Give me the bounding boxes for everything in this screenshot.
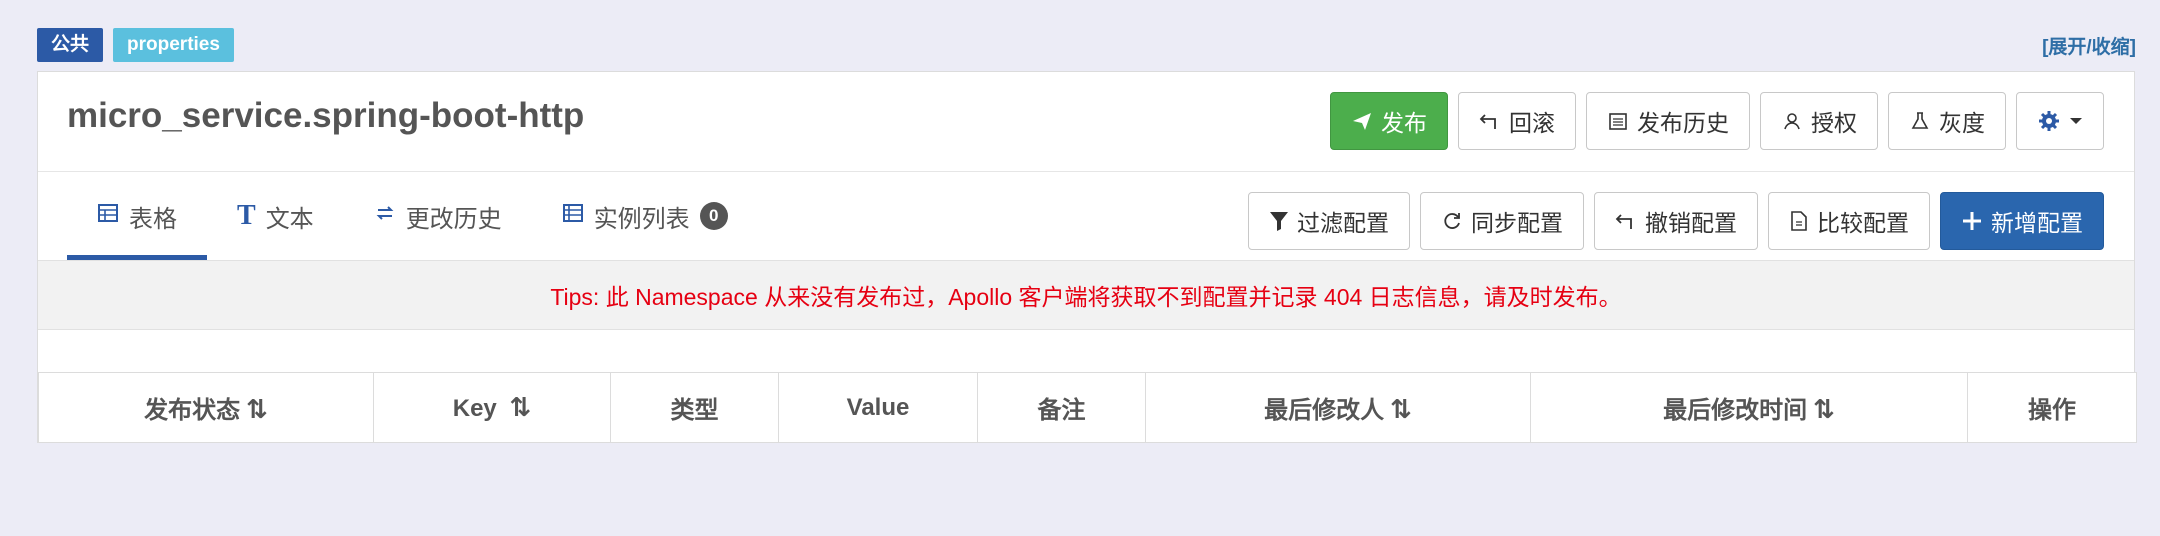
caret-down-icon bbox=[2069, 116, 2083, 126]
sort-icon: ⇅ bbox=[1813, 394, 1835, 424]
tab-instances[interactable]: 实例列表 0 bbox=[532, 172, 758, 260]
filter-config-label: 过滤配置 bbox=[1297, 210, 1389, 236]
filter-config-button[interactable]: 过滤配置 bbox=[1248, 192, 1410, 250]
config-table: 发布状态 ⇅ Key ⇅ 类型 Value 备注 最后修改人 ⇅ 最后修改时间 ⇅ 操… bbox=[38, 372, 2137, 443]
authorize-label: 授权 bbox=[1811, 110, 1857, 136]
compare-config-label: 比较配置 bbox=[1817, 210, 1909, 236]
publish-button[interactable]: 发布 bbox=[1330, 92, 1448, 150]
undo-icon bbox=[1615, 210, 1637, 232]
namespace-panel: micro_service.spring-boot-http 发布 回滚 发布历… bbox=[37, 71, 2137, 443]
publish-label: 发布 bbox=[1381, 110, 1427, 136]
namespace-title: micro_service.spring-boot-http bbox=[67, 96, 585, 135]
namespace-actions: 发布 回滚 发布历史 授权 灰度 bbox=[1330, 92, 2104, 150]
grayscale-label: 灰度 bbox=[1939, 110, 1985, 136]
add-config-button[interactable]: 新增配置 bbox=[1940, 192, 2104, 250]
expand-collapse-link[interactable]: [展开/收缩] bbox=[2042, 32, 2136, 59]
comment-header-label: 备注 bbox=[1037, 397, 1086, 424]
user-icon bbox=[1781, 110, 1803, 132]
config-actions: 过滤配置 同步配置 撤销配置 比较配置 新增配置 bbox=[1248, 192, 2104, 250]
publish-history-button[interactable]: 发布历史 bbox=[1586, 92, 1750, 150]
grayscale-button[interactable]: 灰度 bbox=[1888, 92, 2006, 150]
sync-config-button[interactable]: 同步配置 bbox=[1420, 192, 1584, 250]
add-config-label: 新增配置 bbox=[1991, 210, 2083, 236]
gear-icon bbox=[2037, 109, 2061, 133]
list-icon bbox=[562, 202, 584, 231]
tab-table[interactable]: 表格 bbox=[67, 172, 207, 260]
panel-header: micro_service.spring-boot-http 发布 回滚 发布历… bbox=[38, 72, 2134, 172]
operation-header-label: 操作 bbox=[2028, 397, 2076, 424]
status-column-header[interactable]: 发布状态 ⇅ bbox=[38, 372, 374, 443]
publish-history-label: 发布历史 bbox=[1637, 110, 1729, 136]
tab-text[interactable]: T 文本 bbox=[207, 172, 344, 260]
namespace-labels: 公共 properties bbox=[37, 28, 234, 62]
transfer-icon bbox=[374, 202, 396, 231]
modified-time-column-header[interactable]: 最后修改时间 ⇅ bbox=[1530, 372, 1968, 443]
sort-icon: ⇅ bbox=[1390, 394, 1412, 424]
send-icon bbox=[1351, 110, 1373, 132]
tab-text-label: 文本 bbox=[265, 205, 314, 233]
plus-icon bbox=[1961, 210, 1983, 232]
instances-count-badge: 0 bbox=[699, 202, 728, 230]
sync-config-label: 同步配置 bbox=[1471, 210, 1563, 236]
key-header-label: Key bbox=[452, 395, 497, 422]
tab-history-label: 更改历史 bbox=[405, 205, 502, 233]
sort-icon: ⇅ bbox=[246, 394, 268, 424]
tab-instances-label: 实例列表 bbox=[593, 205, 690, 233]
revoke-config-button[interactable]: 撤销配置 bbox=[1594, 192, 1758, 250]
modifier-header-label: 最后修改人 bbox=[1264, 397, 1385, 424]
unpublished-tip: Tips: 此 Namespace 从来没有发布过，Apollo 客户端将获取不… bbox=[38, 260, 2134, 330]
type-header-label: 类型 bbox=[670, 397, 719, 424]
config-page: 公共 properties [展开/收缩] micro_service.spri… bbox=[0, 0, 2160, 536]
comment-column-header: 备注 bbox=[977, 372, 1146, 443]
modifier-column-header[interactable]: 最后修改人 ⇅ bbox=[1145, 372, 1531, 443]
rollback-icon bbox=[1479, 110, 1501, 132]
table-icon bbox=[97, 202, 119, 231]
tab-table-label: 表格 bbox=[129, 205, 177, 233]
env-badge: 公共 bbox=[37, 28, 104, 62]
refresh-icon bbox=[1441, 210, 1463, 232]
rollback-button[interactable]: 回滚 bbox=[1458, 92, 1576, 150]
sort-icon: ⇅ bbox=[509, 392, 532, 422]
key-column-header[interactable]: Key ⇅ bbox=[373, 372, 611, 443]
tab-history[interactable]: 更改历史 bbox=[344, 172, 532, 260]
flask-icon bbox=[1909, 110, 1931, 132]
calendar-icon bbox=[1607, 110, 1629, 132]
modified-time-header-label: 最后修改时间 bbox=[1663, 397, 1808, 424]
table-header-row: 发布状态 ⇅ Key ⇅ 类型 Value 备注 最后修改人 ⇅ 最后修改时间 ⇅ 操… bbox=[38, 372, 2137, 443]
value-header-label: Value bbox=[846, 393, 910, 421]
text-icon: T bbox=[237, 200, 256, 231]
revoke-config-label: 撤销配置 bbox=[1645, 210, 1737, 236]
settings-dropdown-button[interactable] bbox=[2016, 92, 2104, 150]
value-column-header: Value bbox=[778, 372, 978, 443]
namespace-format-badge: properties bbox=[113, 28, 234, 62]
view-tabbar: 表格 T 文本 更改历史 实例列表 0 过滤配置 同步配置 撤销配置 比较配置 … bbox=[38, 172, 2134, 260]
view-tabs: 表格 T 文本 更改历史 实例列表 0 bbox=[67, 172, 758, 260]
operation-column-header: 操作 bbox=[1967, 372, 2137, 443]
authorize-button[interactable]: 授权 bbox=[1760, 92, 1878, 150]
rollback-label: 回滚 bbox=[1509, 110, 1555, 136]
filter-icon bbox=[1269, 210, 1289, 232]
compare-config-button[interactable]: 比较配置 bbox=[1768, 192, 1930, 250]
file-icon bbox=[1789, 210, 1809, 232]
status-header-label: 发布状态 bbox=[144, 397, 241, 424]
type-column-header: 类型 bbox=[610, 372, 779, 443]
